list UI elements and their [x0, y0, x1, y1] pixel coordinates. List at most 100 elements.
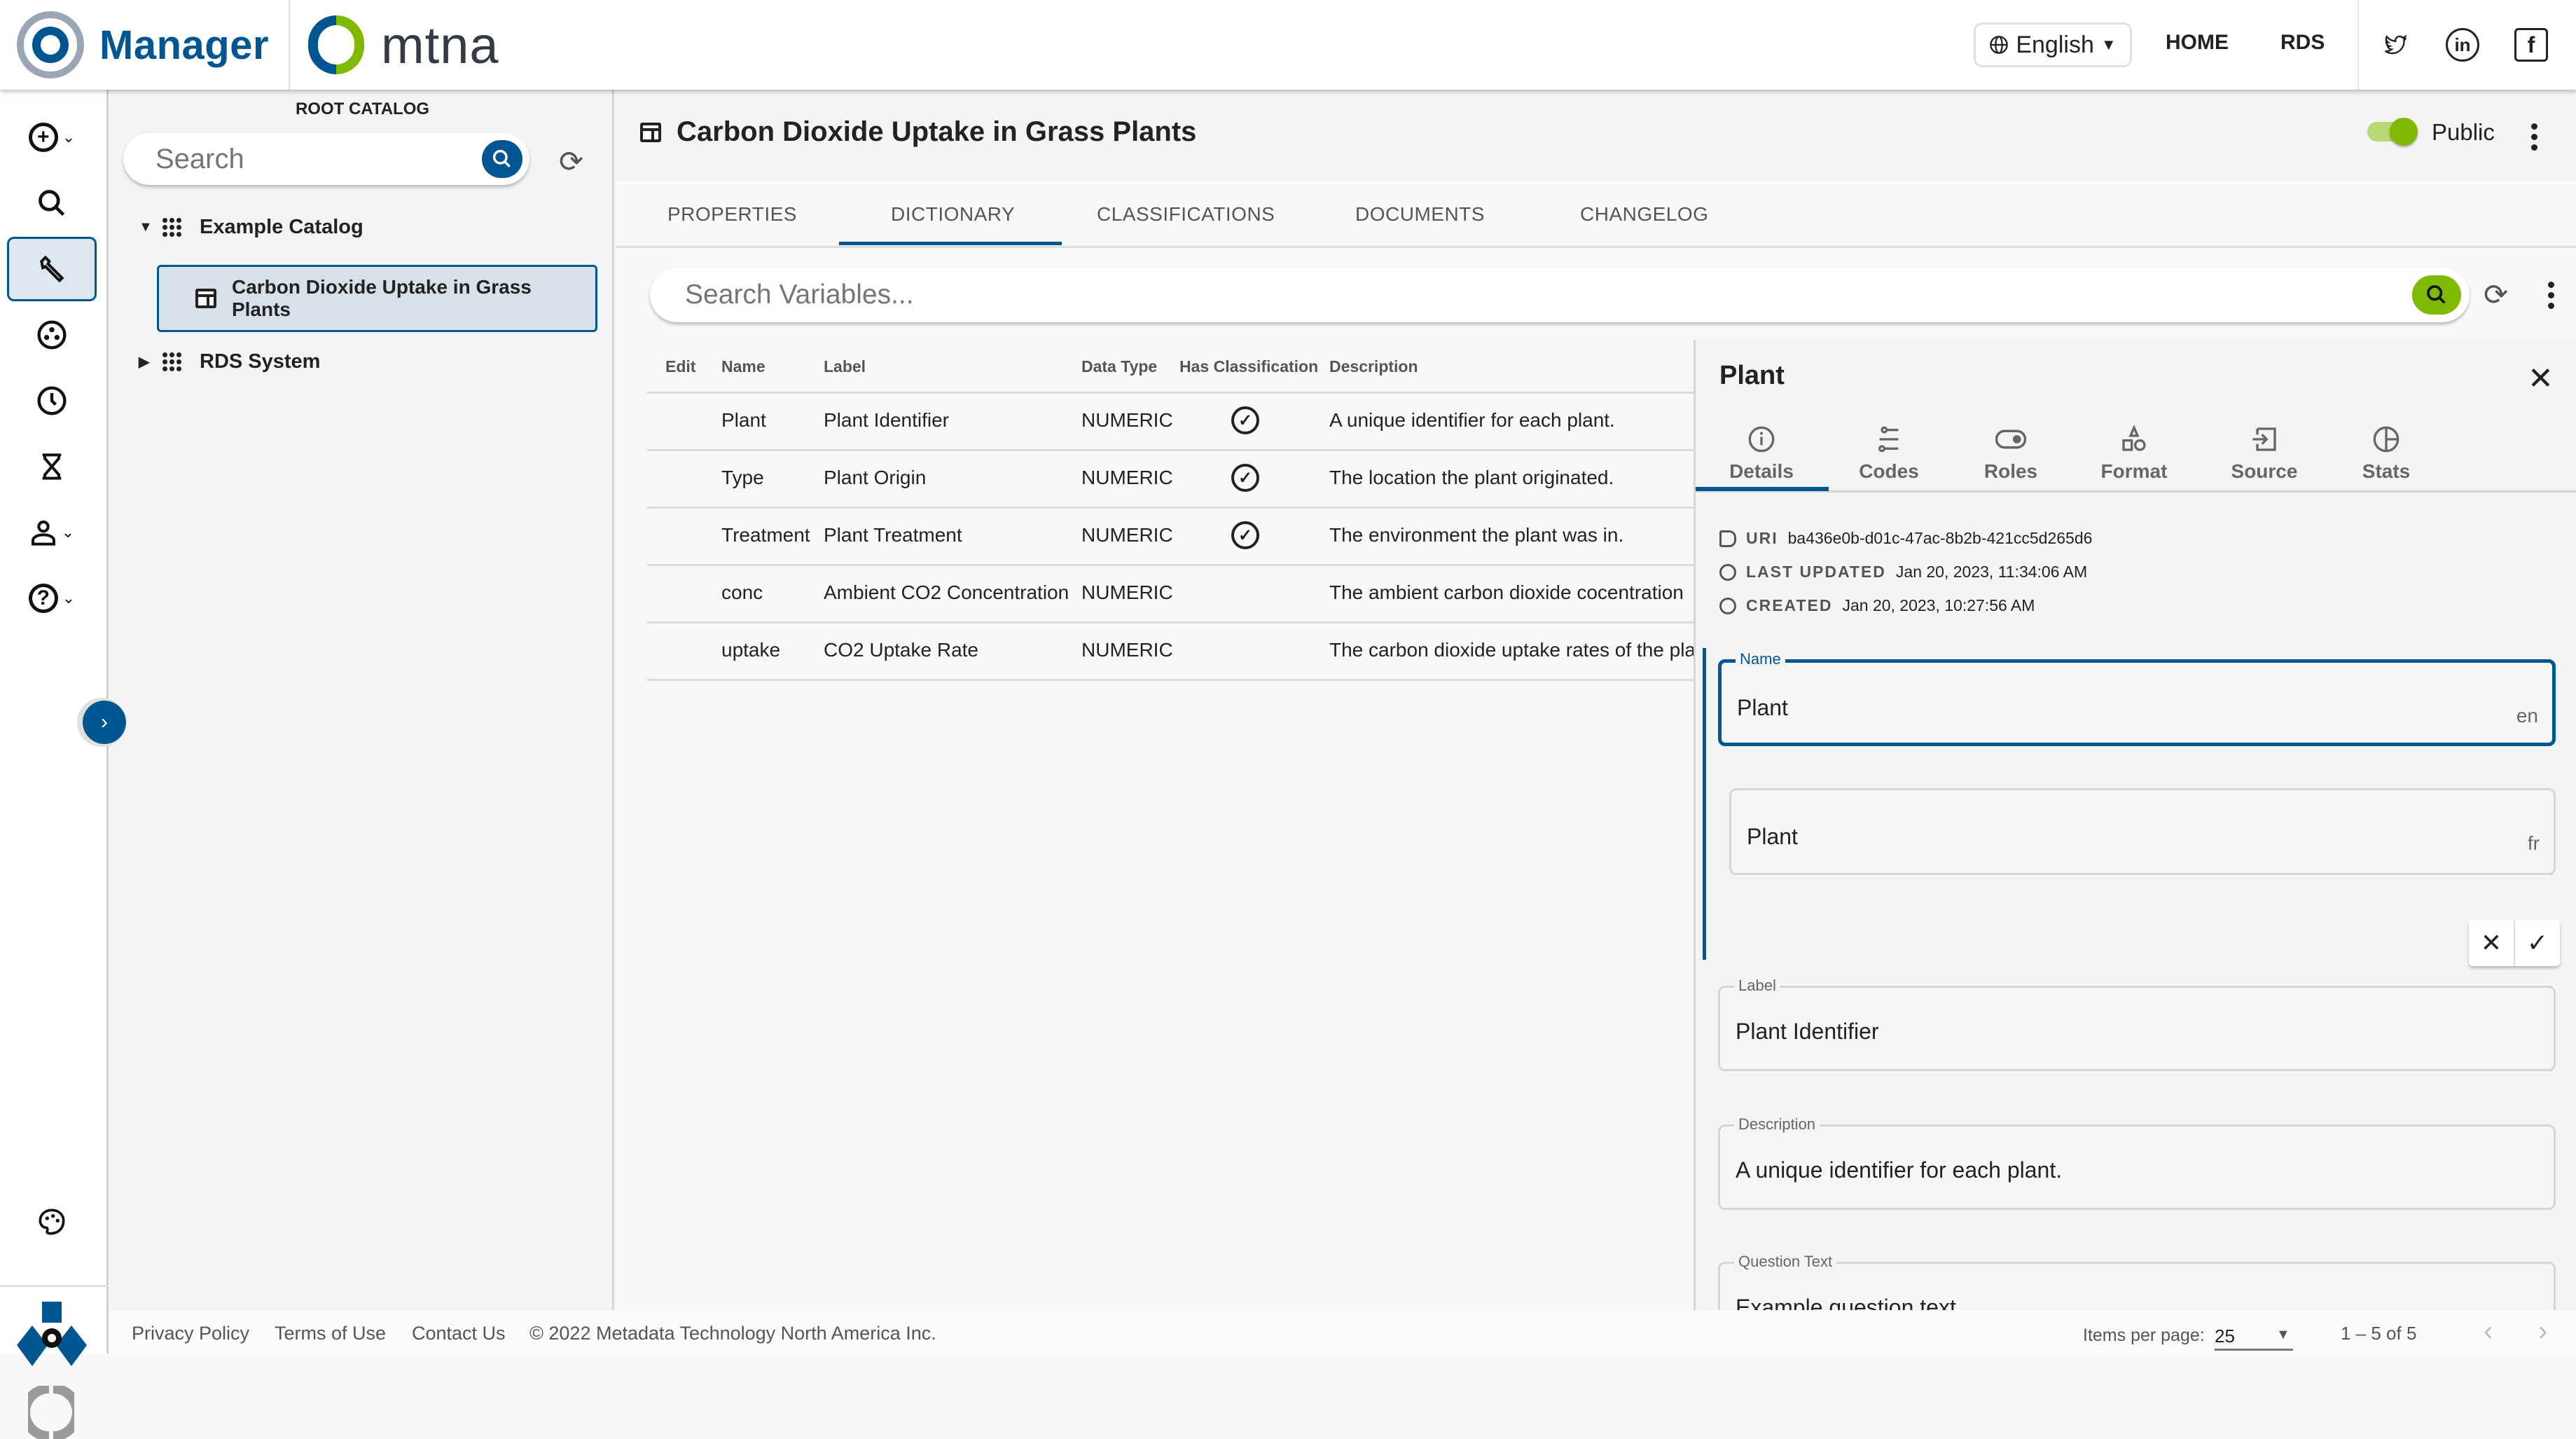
tree-node-dataset[interactable]: Carbon Dioxide Uptake in Grass Plants	[157, 265, 597, 332]
description-field[interactable]: Description	[1718, 1115, 2556, 1210]
meta-created: CREATED Jan 20, 2023, 10:27:56 AM	[1719, 596, 2035, 615]
nav-rds[interactable]: RDS	[2280, 31, 2325, 55]
name-field-en[interactable]: Name en	[1718, 650, 2556, 746]
refresh-icon[interactable]: ⟳	[2484, 277, 2508, 312]
cell-description: The carbon dioxide uptake rates of the p…	[1329, 639, 1694, 661]
name-input-en[interactable]	[1737, 695, 2437, 721]
detail-tabs: Details Codes Roles Format Source Stats	[1696, 422, 2576, 493]
name-input-fr[interactable]	[1747, 824, 2447, 850]
next-page-button[interactable]: ›	[2538, 1316, 2547, 1347]
tab-changelog[interactable]: CHANGELOG	[1580, 203, 1708, 226]
rail-theme[interactable]	[7, 1190, 97, 1254]
col-label[interactable]: Label	[824, 357, 866, 376]
tree-node-example-catalog[interactable]: ▼ Example Catalog	[139, 216, 363, 239]
prev-page-button[interactable]: ‹	[2484, 1316, 2493, 1347]
variable-search-button[interactable]	[2412, 275, 2461, 315]
refresh-icon[interactable]: ⟳	[559, 144, 583, 179]
table-row[interactable]: Treatment Plant Treatment NUMERIC The envir…	[647, 509, 1694, 566]
tab-properties[interactable]: PROPERTIES	[667, 203, 797, 226]
tree-search-button[interactable]	[482, 140, 522, 178]
more-vert-icon[interactable]	[2548, 282, 2554, 309]
chevron-right-icon: ›	[101, 710, 108, 734]
items-per-page-label: Items per page:	[2083, 1326, 2205, 1345]
cell-label: Ambient CO2 Concentration	[824, 581, 1069, 603]
search-icon	[492, 149, 511, 167]
privacy-policy-link[interactable]: Privacy Policy	[132, 1323, 249, 1344]
tree-node-rds-system[interactable]: ▶ RDS System	[139, 350, 320, 373]
rail-help[interactable]: ? ⌄	[7, 566, 97, 631]
detail-tab-source[interactable]: Source	[2201, 422, 2327, 483]
table-row[interactable]: Type Plant Origin NUMERIC The location the …	[647, 451, 1694, 509]
question-text-input[interactable]	[1736, 1295, 2436, 1310]
rail-user[interactable]: ⌄	[7, 500, 97, 565]
rail-search[interactable]	[7, 171, 97, 235]
info-icon	[1748, 426, 1775, 453]
variable-search-input[interactable]	[685, 277, 2296, 312]
manager-logo[interactable]: Manager	[17, 11, 269, 78]
mtna-mark-gray-icon[interactable]	[28, 1386, 74, 1439]
rail-jobs[interactable]	[7, 434, 97, 499]
rds-logo-icon[interactable]	[17, 1302, 87, 1366]
nav-home[interactable]: HOME	[2166, 31, 2229, 55]
rail-explore[interactable]	[7, 303, 97, 367]
detail-tab-roles[interactable]: Roles	[1948, 422, 2074, 483]
detail-tab-codes[interactable]: Codes	[1826, 422, 1952, 483]
rail-history[interactable]	[7, 369, 97, 433]
contact-us-link[interactable]: Contact Us	[412, 1323, 506, 1344]
items-per-page-select[interactable]: 25 ▼	[2215, 1317, 2293, 1351]
label-field[interactable]: Label	[1718, 977, 2556, 1071]
col-name[interactable]: Name	[721, 357, 766, 376]
detail-tab-details[interactable]: Details	[1698, 422, 1824, 483]
col-description[interactable]: Description	[1329, 357, 1418, 376]
cell-name: Type	[721, 467, 764, 488]
close-icon[interactable]: ✕	[2528, 361, 2554, 397]
terms-of-use-link[interactable]: Terms of Use	[275, 1323, 386, 1344]
table-row[interactable]: uptake CO2 Uptake Rate NUMERIC The carbon d…	[647, 624, 1694, 681]
question-text-field[interactable]: Question Text	[1718, 1253, 2556, 1310]
caret-right-icon[interactable]: ▶	[139, 353, 162, 371]
twitter-icon[interactable]	[2378, 28, 2412, 62]
public-toggle[interactable]	[2367, 118, 2421, 150]
cell-data-type: NUMERIC	[1081, 639, 1173, 661]
import-icon	[2252, 427, 2276, 451]
page-title-text: Carbon Dioxide Uptake in Grass Plants	[677, 116, 1197, 147]
toggle-icon	[1995, 429, 2026, 449]
catalog-icon	[162, 218, 181, 237]
expand-panel-button[interactable]: ›	[83, 701, 126, 744]
tab-classifications[interactable]: CLASSIFICATIONS	[1097, 203, 1275, 226]
cancel-edit-button[interactable]: ✕	[2469, 920, 2515, 966]
wrench-icon	[40, 255, 64, 283]
dataset-tabs: PROPERTIES DICTIONARY CLASSIFICATIONS DO…	[616, 181, 2576, 248]
user-icon	[31, 521, 55, 546]
rail-manage[interactable]	[7, 237, 97, 301]
confirm-edit-button[interactable]: ✓	[2515, 920, 2560, 966]
more-vert-icon[interactable]	[2531, 123, 2537, 151]
label-input[interactable]	[1736, 1019, 2436, 1045]
tree-search-box	[123, 133, 529, 185]
variable-detail-panel: Plant ✕ Details Codes Roles Format Sourc…	[1694, 340, 2576, 1310]
language-selector[interactable]: English ▼	[1974, 22, 2132, 67]
variable-search-box	[650, 268, 2470, 322]
caret-down-icon[interactable]: ▼	[139, 219, 162, 235]
description-input[interactable]	[1736, 1157, 2436, 1183]
table-row[interactable]: Plant Plant Identifier NUMERIC A unique ide…	[647, 394, 1694, 451]
header-divider	[2357, 0, 2359, 90]
name-field-fr[interactable]: fr	[1729, 788, 2556, 875]
tab-documents[interactable]: DOCUMENTS	[1355, 203, 1485, 226]
rail-add[interactable]: + ⌄	[7, 105, 97, 170]
col-has-classification[interactable]: Has Classification	[1179, 357, 1318, 376]
cell-name: Treatment	[721, 524, 810, 546]
tab-dictionary[interactable]: DICTIONARY	[891, 203, 1015, 226]
detail-tab-format[interactable]: Format	[2071, 422, 2197, 483]
mtna-logo[interactable]: mtna	[308, 14, 499, 76]
cell-name: Plant	[721, 409, 766, 431]
copyright: © 2022 Metadata Technology North America…	[529, 1323, 936, 1344]
col-data-type[interactable]: Data Type	[1081, 357, 1157, 376]
tag-icon	[1719, 530, 1736, 547]
detail-tab-stats[interactable]: Stats	[2323, 422, 2449, 483]
table-row[interactable]: conc Ambient CO2 Concentration NUMERIC The …	[647, 566, 1694, 624]
rail-divider	[0, 1285, 109, 1287]
facebook-icon[interactable]: f	[2514, 28, 2548, 62]
tree-search-input[interactable]	[155, 142, 450, 177]
linkedin-icon[interactable]: in	[2446, 28, 2479, 62]
